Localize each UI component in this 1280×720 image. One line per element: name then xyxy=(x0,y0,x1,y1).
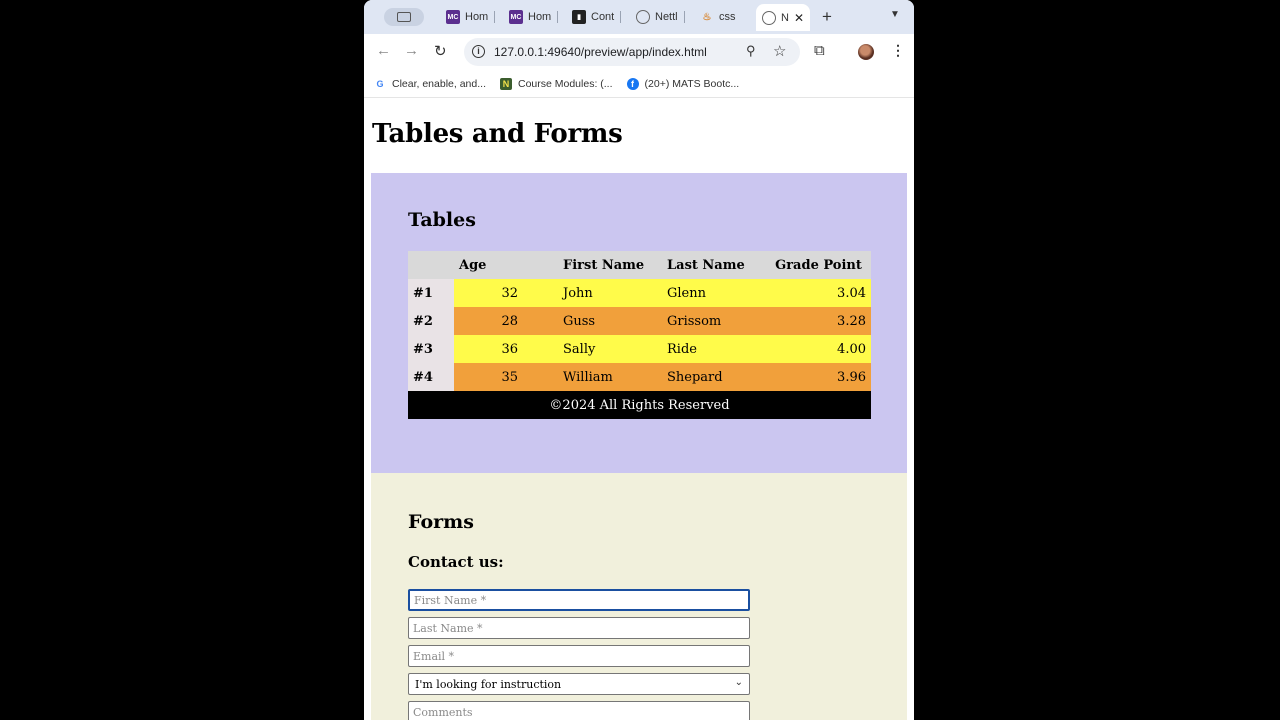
browser-window: MC Hom MC Hom ▮ Cont Nettl ♨ css N ✕ + ▼… xyxy=(364,0,914,720)
table-row: #3 36 Sally Ride 4.00 xyxy=(408,335,871,363)
table-header-row: Age First Name Last Name Grade Point xyxy=(408,251,871,279)
menu-kebab-icon[interactable]: ⋮ xyxy=(891,42,905,59)
bookmark-3[interactable]: f (20+) MATS Bootc... xyxy=(626,77,740,90)
cell-age: 35 xyxy=(454,363,558,391)
tab-strip: MC Hom MC Hom ▮ Cont Nettl ♨ css N ✕ + ▼ xyxy=(364,0,914,34)
reload-icon[interactable]: ↻ xyxy=(434,42,447,60)
browser-toolbar: ← → ↻ i 127.0.0.1:49640/preview/app/inde… xyxy=(364,34,914,70)
corner-cell xyxy=(408,251,454,279)
cell-first-name: William xyxy=(558,363,662,391)
tab-3[interactable]: ▮ Cont xyxy=(572,7,622,27)
forms-section: Forms Contact us: I'm looking for instru… xyxy=(371,473,907,720)
extensions-icon[interactable]: ⧉ xyxy=(814,42,825,59)
tab-title: N xyxy=(781,11,789,24)
tab-title: Cont xyxy=(591,11,615,23)
cell-last-name: Ride xyxy=(662,335,766,363)
column-header-last-name: Last Name xyxy=(662,251,766,279)
notion-icon: N xyxy=(499,77,512,90)
bookmark-label: (20+) MATS Bootc... xyxy=(644,77,740,90)
tab-1[interactable]: MC Hom xyxy=(446,7,496,27)
inquiry-type-select[interactable]: I'm looking for instruction ⌄ xyxy=(408,673,750,695)
tab-5[interactable]: ♨ css xyxy=(700,7,736,27)
row-label: #1 xyxy=(408,279,454,307)
zoom-icon[interactable]: ⚲ xyxy=(746,43,756,59)
cell-age: 32 xyxy=(454,279,558,307)
mc-logo-icon: MC xyxy=(446,10,460,24)
tab-title: css xyxy=(719,11,736,23)
table-row: #1 32 John Glenn 3.04 xyxy=(408,279,871,307)
cell-first-name: Guss xyxy=(558,307,662,335)
bookmark-2[interactable]: N Course Modules: (... xyxy=(499,77,613,90)
profile-avatar[interactable] xyxy=(858,44,874,60)
bookmark-star-icon[interactable]: ☆ xyxy=(773,42,786,60)
forms-heading: Forms xyxy=(408,511,474,533)
first-name-field[interactable] xyxy=(408,589,750,611)
bookmark-label: Clear, enable, and... xyxy=(392,77,486,90)
cell-age: 28 xyxy=(454,307,558,335)
bookmark-label: Course Modules: (... xyxy=(517,77,613,90)
tab-title: Hom xyxy=(465,11,489,23)
tab-title: Hom xyxy=(528,11,552,23)
new-tab-icon[interactable]: + xyxy=(822,7,832,27)
cell-first-name: Sally xyxy=(558,335,662,363)
page-content: Tables and Forms Tables Age First Name L… xyxy=(364,99,914,720)
tables-heading: Tables xyxy=(408,209,476,231)
table-footer: ©2024 All Rights Reserved xyxy=(408,391,871,419)
tab-4[interactable]: Nettl xyxy=(636,7,685,27)
cell-grade-point: 3.96 xyxy=(766,363,871,391)
bookmark-1[interactable]: G Clear, enable, and... xyxy=(374,78,486,90)
bookmarks-bar: G Clear, enable, and... N Course Modules… xyxy=(364,70,914,98)
cell-last-name: Grissom xyxy=(662,307,766,335)
facebook-icon: f xyxy=(626,77,639,90)
tab-search-icon xyxy=(397,12,411,22)
grades-table: Age First Name Last Name Grade Point #1 … xyxy=(408,251,871,419)
row-label: #3 xyxy=(408,335,454,363)
address-bar[interactable]: i 127.0.0.1:49640/preview/app/index.html… xyxy=(464,38,800,66)
select-value: I'm looking for instruction xyxy=(415,678,562,691)
contact-us-heading: Contact us: xyxy=(408,553,504,571)
cell-age: 36 xyxy=(454,335,558,363)
comments-field[interactable] xyxy=(408,701,750,720)
globe-icon xyxy=(636,10,650,24)
cell-grade-point: 4.00 xyxy=(766,335,871,363)
cell-last-name: Glenn xyxy=(662,279,766,307)
chevron-down-icon: ⌄ xyxy=(734,677,743,688)
tab-search-button[interactable] xyxy=(384,8,424,26)
tab-title: Nettl xyxy=(655,11,678,23)
cell-last-name: Shepard xyxy=(662,363,766,391)
column-header-first-name: First Name xyxy=(558,251,662,279)
chevron-down-icon[interactable]: ▼ xyxy=(890,9,900,20)
email-field[interactable] xyxy=(408,645,750,667)
globe-icon xyxy=(762,10,776,25)
table-row: #2 28 Guss Grissom 3.28 xyxy=(408,307,871,335)
css-icon: ♨ xyxy=(702,11,712,23)
column-header-age: Age xyxy=(454,251,558,279)
cell-grade-point: 3.04 xyxy=(766,279,871,307)
back-arrow-icon[interactable]: ← xyxy=(376,42,391,59)
cell-grade-point: 3.28 xyxy=(766,307,871,335)
cell-first-name: John xyxy=(558,279,662,307)
close-tab-icon[interactable]: ✕ xyxy=(794,11,804,25)
row-label: #4 xyxy=(408,363,454,391)
mc-logo-icon: MC xyxy=(509,10,523,24)
tables-section: Tables Age First Name Last Name Grade Po… xyxy=(371,173,907,473)
table-footer-row: ©2024 All Rights Reserved xyxy=(408,391,871,419)
column-header-grade-point: Grade Point xyxy=(766,251,871,279)
url-text[interactable]: 127.0.0.1:49640/preview/app/index.html xyxy=(494,45,707,59)
google-icon: G xyxy=(376,78,384,89)
bar-chart-icon: ▮ xyxy=(572,10,586,24)
tab-6-active[interactable]: N ✕ xyxy=(756,4,811,31)
page-title: Tables and Forms xyxy=(372,119,623,149)
site-info-icon[interactable]: i xyxy=(472,45,485,58)
tab-2[interactable]: MC Hom xyxy=(509,7,559,27)
forward-arrow-icon[interactable]: → xyxy=(404,42,419,59)
table-row: #4 35 William Shepard 3.96 xyxy=(408,363,871,391)
row-label: #2 xyxy=(408,307,454,335)
last-name-field[interactable] xyxy=(408,617,750,639)
